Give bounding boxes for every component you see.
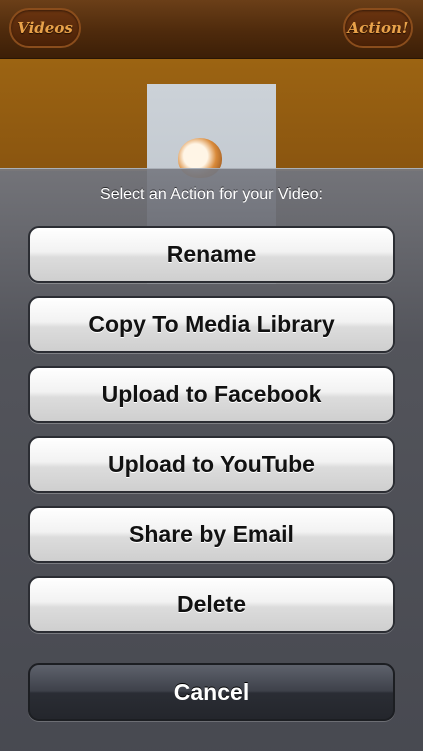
action-sheet-title: Select an Action for your Video: <box>100 186 323 203</box>
navigation-bar: Videos Action! <box>0 0 423 59</box>
cancel-button[interactable]: Cancel <box>28 663 395 721</box>
videos-button[interactable]: Videos <box>9 8 81 48</box>
upload-to-facebook-button[interactable]: Upload to Facebook <box>28 366 395 423</box>
share-by-email-button[interactable]: Share by Email <box>28 506 395 563</box>
upload-to-youtube-button[interactable]: Upload to YouTube <box>28 436 395 493</box>
delete-button[interactable]: Delete <box>28 576 395 633</box>
copy-to-media-library-button[interactable]: Copy To Media Library <box>28 296 395 353</box>
action-button[interactable]: Action! <box>343 8 413 48</box>
rename-button[interactable]: Rename <box>28 226 395 283</box>
